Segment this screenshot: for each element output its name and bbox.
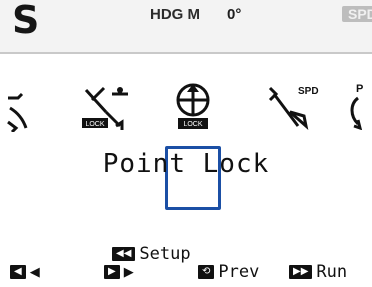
prev-softkey[interactable]: ⟲ Prev xyxy=(198,262,259,282)
setup-label: Setup xyxy=(139,244,191,264)
course-lock-badge: LOCK xyxy=(85,121,104,128)
run-softkey[interactable]: ▶▶ Run xyxy=(289,262,347,282)
speed-icon[interactable]: SPD xyxy=(264,82,320,135)
bottom-softkeys: ◀ ◀ ▶ ▶ ⟲ Prev ▶▶ Run xyxy=(0,262,372,287)
right-key-icon: ▶ xyxy=(104,265,120,279)
point-lock-icon[interactable]: LOCK xyxy=(169,80,217,141)
partial-left-icon[interactable] xyxy=(6,92,34,137)
heading-label: HDG M xyxy=(150,6,200,23)
point-lock-badge: LOCK xyxy=(183,121,202,128)
mode-icon-row: LOCK LOCK SPD P xyxy=(0,70,372,210)
setup-key-icon: ◀◀ xyxy=(112,247,136,261)
left-key-icon: ◀ xyxy=(10,265,26,279)
heading-value: 0° xyxy=(227,6,242,23)
partial-right-icon[interactable]: P xyxy=(342,82,372,135)
run-label: Run xyxy=(316,262,348,282)
mode-title: Point Lock xyxy=(102,149,270,179)
screen: S HDG M 0° SPD LOCK LOCK SPD P Point Loc… xyxy=(0,0,372,287)
course-lock-icon[interactable]: LOCK xyxy=(80,82,134,139)
partial-right-badge: P xyxy=(356,83,363,95)
right-softkey[interactable]: ▶ ▶ xyxy=(104,264,134,280)
prev-key-icon: ⟲ xyxy=(198,265,215,279)
run-key-icon: ▶▶ xyxy=(289,265,313,279)
speed-badge: SPD xyxy=(298,86,319,97)
mode-indicator: S xyxy=(12,0,40,42)
right-arrow-icon: ▶ xyxy=(123,264,134,279)
prev-label: Prev xyxy=(218,262,260,282)
left-softkey[interactable]: ◀ ◀ xyxy=(10,264,40,280)
setup-control[interactable]: ◀◀ Setup xyxy=(112,244,191,264)
left-arrow-icon: ◀ xyxy=(29,264,40,279)
header-bar: S HDG M 0° SPD xyxy=(0,0,372,54)
spd-badge: SPD xyxy=(342,6,372,22)
